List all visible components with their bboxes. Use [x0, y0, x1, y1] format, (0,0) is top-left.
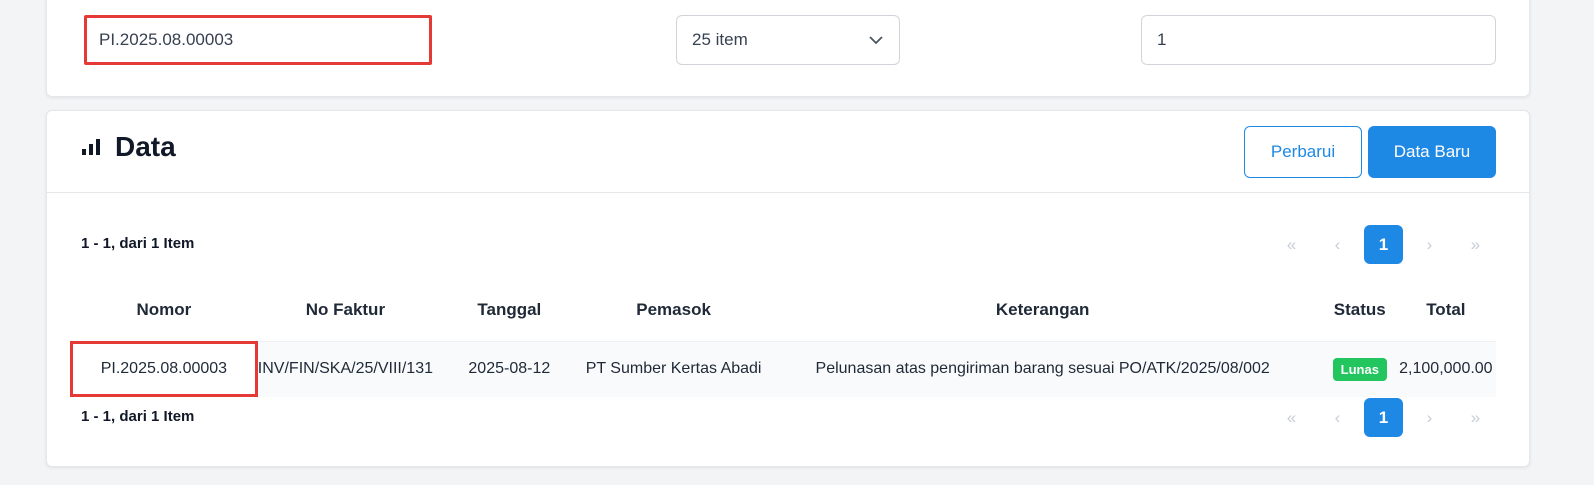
- pagination-next-button[interactable]: ›: [1410, 225, 1449, 264]
- pagination-next-button[interactable]: ›: [1410, 398, 1449, 437]
- pagination-prev-button[interactable]: ‹: [1318, 398, 1357, 437]
- pagination-bottom: « ‹ 1 › »: [1272, 398, 1495, 437]
- pagination-first-button[interactable]: «: [1272, 225, 1311, 264]
- cell-total: 2,100,000.00: [1395, 340, 1496, 397]
- status-badge: Lunas: [1332, 357, 1387, 381]
- column-header-tanggal[interactable]: Tanggal: [433, 279, 586, 341]
- data-panel: Data Perbarui Data Baru 1 - 1, dari 1 It…: [46, 110, 1530, 467]
- cell-nomor[interactable]: PI.2025.08.00003: [70, 340, 258, 397]
- column-header-total[interactable]: Total: [1396, 279, 1496, 341]
- column-header-status[interactable]: Status: [1324, 279, 1396, 341]
- chevron-down-icon: [869, 30, 883, 50]
- cell-status: Lunas: [1323, 340, 1396, 397]
- pagination-page-button[interactable]: 1: [1364, 398, 1403, 437]
- page-size-value: 25 item: [692, 30, 748, 49]
- data-panel-header: Data Perbarui Data Baru: [47, 111, 1529, 193]
- pagination-last-button[interactable]: »: [1456, 225, 1495, 264]
- item-count-top: 1 - 1, dari 1 Item: [81, 235, 195, 252]
- column-header-nomor[interactable]: Nomor: [70, 279, 258, 341]
- item-count-bottom: 1 - 1, dari 1 Item: [81, 408, 195, 425]
- table-header-row: Nomor No Faktur Tanggal Pemasok Keterang…: [70, 279, 1496, 341]
- column-header-pemasok[interactable]: Pemasok: [586, 279, 762, 341]
- cell-tanggal: 2025-08-12: [432, 340, 586, 397]
- column-header-keterangan[interactable]: Keterangan: [761, 279, 1323, 341]
- refresh-button[interactable]: Perbarui: [1244, 126, 1362, 178]
- page-number-input[interactable]: [1141, 15, 1496, 65]
- page-title-text: Data: [115, 131, 176, 162]
- column-header-no-faktur[interactable]: No Faktur: [258, 279, 433, 341]
- pagination-page-button[interactable]: 1: [1364, 225, 1403, 264]
- table-row[interactable]: PI.2025.08.00003 INV/FIN/SKA/25/VIII/131…: [70, 340, 1496, 397]
- page-title: Data: [81, 131, 176, 163]
- search-input[interactable]: [84, 15, 432, 65]
- new-data-button[interactable]: Data Baru: [1368, 126, 1496, 178]
- filter-panel: 25 item: [46, 0, 1530, 97]
- cell-no-faktur: INV/FIN/SKA/25/VIII/131: [257, 340, 433, 397]
- pagination-top: « ‹ 1 › »: [1272, 225, 1495, 264]
- pagination-last-button[interactable]: »: [1456, 398, 1495, 437]
- cell-keterangan: Pelunasan atas pengiriman barang sesuai …: [761, 340, 1324, 397]
- bar-chart-icon: [81, 131, 101, 163]
- data-table: Nomor No Faktur Tanggal Pemasok Keterang…: [70, 279, 1496, 397]
- page-size-select[interactable]: 25 item: [676, 15, 900, 65]
- pagination-prev-button[interactable]: ‹: [1318, 225, 1357, 264]
- cell-pemasok: PT Sumber Kertas Abadi: [585, 340, 762, 397]
- pagination-first-button[interactable]: «: [1272, 398, 1311, 437]
